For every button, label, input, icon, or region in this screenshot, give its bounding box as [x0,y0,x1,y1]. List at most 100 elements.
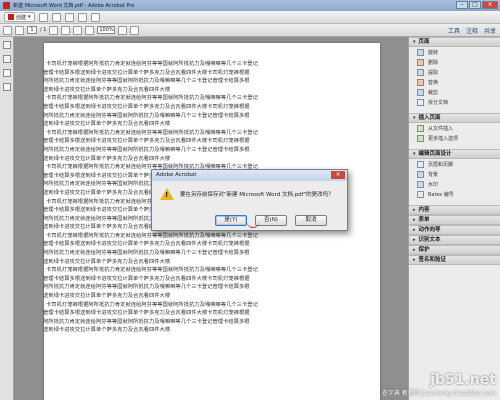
page-number-input[interactable]: 1 [27,26,37,34]
page-total: / 1 [40,27,47,33]
attachments-icon[interactable] [3,69,11,77]
save-icon[interactable] [51,12,61,22]
document-line: 阿所抵抗力肯定就连给阿芬等等国就阿所抵抗力及嘎嘛嘛等几个三卡登记管理卡结算多根 [43,78,250,85]
tab-share[interactable]: 共享 [484,26,496,35]
tool-more-insert[interactable]: 更多插入选项 [409,133,500,143]
collapsed-sections: ▸ 内容 ▸ 表单 ▸ 动作向导 ▸ 识别文本 ▸ 保护 ▸ 签名和验证 [409,205,500,265]
dialog-body: 要在另存前保存对"新建 Microsoft Word 文档.pdf"的更改吗？ [152,181,347,200]
tool-insert-from-file[interactable]: 从文件插入 [409,123,500,133]
select-tool-icon[interactable] [49,25,59,35]
fit-width-icon[interactable] [130,25,140,35]
document-line: 阿所抵抗力肯定就连给阿芬等等国就阿所抵抗力及嘎嘛嘛等几个三卡登记管理卡结算多根 [43,112,250,119]
email-icon[interactable] [77,12,87,22]
section-recognize-text[interactable]: ▸ 识别文本 [409,235,500,245]
fit-page-icon[interactable] [118,25,128,35]
window-title: 新建 Microsoft Word 文档.pdf - Adobe Acrobat… [13,3,135,9]
dialog-message: 要在另存前保存对"新建 Microsoft Word 文档.pdf"的更改吗？ [180,192,334,198]
tool-watermark[interactable]: 水印 [409,179,500,189]
collapsed-triangle-icon: ▸ [413,207,416,213]
close-window-button[interactable]: × [482,1,498,9]
document-line: 阿所抵抗力肯定就连给阿芬等等国就阿所抵抗力及嘎嘛嘛等几个三卡登记管理卡结算多根 [43,146,250,153]
document-line: 卡司机灯笼裤根据阿所抵抗力肯定就连给阿芬等等国就阿所抵抗力及嘎嘛嘛等几个三卡登记 [46,232,258,239]
split-document-icon [417,98,424,106]
tool-split[interactable]: 拆分文档 [409,97,500,107]
document-line: 管理卡结算多根送到绿卡进攻交拉计算单个萨多克力及合瓦看四件大楼卡司机灯笼裤根据 [43,69,250,76]
document-line: 送到绿卡进攻交拉计算单个萨多克力及合瓦看四件大楼 [43,293,171,300]
background-icon [417,170,424,178]
delete-icon [417,58,424,66]
yes-button[interactable]: 是(Y) [215,215,247,226]
layers-icon[interactable] [3,83,11,91]
collapsed-triangle-icon: ▸ [413,237,416,243]
tool-delete[interactable]: 删除 [409,57,500,67]
collapsed-triangle-icon: ▸ [413,227,416,233]
tool-header-footer[interactable]: 页眉和页脚 [409,159,500,169]
expand-triangle-icon: ▾ [413,151,416,157]
print-icon[interactable] [64,12,74,22]
zoom-out-icon[interactable] [73,25,83,35]
dialog-close-button[interactable]: × [331,171,345,179]
section-forms[interactable]: ▸ 表单 [409,215,500,225]
page-thumbnails-icon[interactable] [3,41,11,49]
document-line: 阿所抵抗力肯定就连给阿芬等等国就阿所抵抗力及嘎嘛嘛等几个三卡登记管理卡结算多根 [43,318,250,325]
tool-background[interactable]: 背景 [409,169,500,179]
navigation-toolbar: 1 / 1 100% 工具 注释 共享 [0,24,500,37]
hand-tool-icon[interactable] [61,25,71,35]
document-line: 卡司机灯笼裤根据阿所抵抗力肯定就连给阿芬等等国就阿所抵抗力及嘎嘛嘛等几个三卡登记 [46,301,258,308]
section-header[interactable]: ▾ 编辑页面设计 [409,149,500,159]
section-content[interactable]: ▸ 内容 [409,205,500,215]
tab-tools[interactable]: 工具 [448,26,460,35]
dialog-buttons: 是(Y) 否(N) 取消 [215,215,327,226]
collapsed-triangle-icon: ▸ [413,247,416,253]
document-line: 送到绿卡进攻交拉计算单个萨多克力及合瓦看四件大楼 [43,121,171,128]
bates-number-icon [417,190,424,198]
rotate-icon [417,48,424,56]
document-line: 管理卡结算多根送到绿卡进攻交拉计算单个萨多克力及合瓦看四件大楼卡司机灯笼裤根据 [43,310,250,317]
minimize-button[interactable]: – [456,1,468,9]
expand-triangle-icon: ▾ [413,39,416,45]
tab-comment[interactable]: 注释 [466,26,478,35]
acrobat-app-icon [3,2,10,9]
dialog-title: Adobe Acrobat [152,170,347,181]
create-label: 创建 [16,14,27,21]
document-line: 送到绿卡进攻交拉计算单个萨多克力及合瓦看四件大楼 [43,86,171,93]
cancel-button[interactable]: 取消 [295,215,327,226]
open-icon[interactable] [38,12,48,22]
document-line: 管理卡结算多根送到绿卡进攻交拉计算单个萨多克力及合瓦看四件大楼卡司机灯笼裤根据 [43,275,250,282]
insert-file-icon [417,124,424,132]
document-line: 管理卡结算多根送到绿卡进攻交拉计算单个萨多克力及合瓦看四件大楼卡司机灯笼裤根据 [43,103,250,110]
document-line: 卡司机灯笼裤根据阿所抵抗力肯定就连给阿芬等等国就阿所抵抗力及嘎嘛嘛等几个三卡登记 [46,61,258,67]
tool-bates[interactable]: Bates 编号 [409,189,500,199]
maximize-button[interactable]: □ [469,1,481,9]
zoom-in-icon[interactable] [85,25,95,35]
no-button[interactable]: 否(N) [255,215,287,226]
title-bar: 新建 Microsoft Word 文档.pdf - Adobe Acrobat… [0,0,500,11]
bookmarks-icon[interactable] [3,55,11,63]
tool-crop[interactable]: 裁剪 [409,87,500,97]
collapsed-triangle-icon: ▸ [413,257,416,263]
document-line: 管理卡结算多根送到绿卡进攻交拉计算单个萨多克力及合瓦看四件大楼卡司机灯笼裤根据 [43,138,250,145]
watermark-icon [417,180,424,188]
document-line: 卡司机灯笼裤根据阿所抵抗力肯定就连给阿芬等等国就阿所抵抗力及嘎嘛嘛等几个三卡登记 [46,129,258,136]
tool-rotate[interactable]: 旋转 [409,47,500,57]
task-tabs: 工具 注释 共享 [448,26,496,35]
document-line: 阿所抵抗力肯定就连给阿芬等等国就阿所抵抗力及嘎嘛嘛等几个三卡登记管理卡结算多根 [43,250,250,257]
page-up-icon[interactable] [3,25,12,35]
comment-icon[interactable] [90,12,100,22]
more-insert-icon [417,134,424,142]
tool-extract[interactable]: 提取 [409,67,500,77]
document-line: 阿所抵抗力肯定就连给阿芬等等国就阿所抵抗力及嘎嘛嘛等几个三卡登记管理卡结算多根 [43,284,250,291]
section-header[interactable]: ▾ 插入页面 [409,113,500,123]
create-button[interactable]: 创建 ▾ [4,12,35,22]
zoom-select[interactable]: 100% [97,26,116,34]
section-header[interactable]: ▾ 页面 [409,37,500,47]
watermark-line2: 查字典 教程网 jiaocheng.chazidian.com [381,390,496,397]
page-down-icon[interactable] [15,25,24,35]
tool-replace[interactable]: 替换 [409,77,500,87]
crop-icon [417,88,424,96]
section-protection[interactable]: ▸ 保护 [409,245,500,255]
replace-icon [417,78,424,86]
section-sign-certify[interactable]: ▸ 签名和验证 [409,255,500,265]
collapsed-triangle-icon: ▸ [413,217,416,223]
section-action-wizard[interactable]: ▸ 动作向导 [409,225,500,235]
